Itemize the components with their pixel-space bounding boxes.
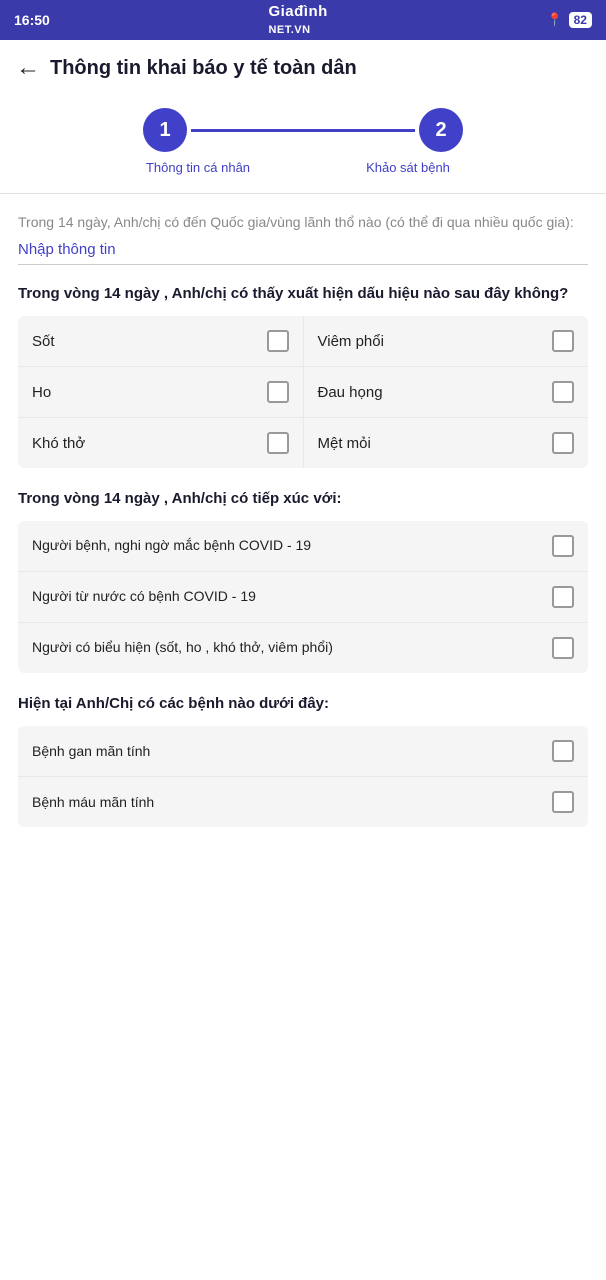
symptom-cell-khotho: Khó thở <box>18 418 304 468</box>
symptom-cell-dauhong: Đau họng <box>304 367 589 417</box>
symptom-checkbox-sot[interactable] <box>267 330 289 352</box>
contact-list: Người bệnh, nghi ngờ mắc bệnh COVID - 19… <box>18 521 588 673</box>
symptom-label-khotho: Khó thở <box>32 435 85 452</box>
symptom-row-1: Sốt Viêm phổi <box>18 316 588 367</box>
disease-text-1: Bệnh gan mãn tính <box>32 743 552 759</box>
symptom-row-3: Khó thở Mệt mỏi <box>18 418 588 468</box>
status-bar: 16:50 Giađình NET.VN 📍 82 <box>0 0 606 40</box>
disease-checkbox-1[interactable] <box>552 740 574 762</box>
step-1-label: Thông tin cá nhân <box>133 160 263 175</box>
app-name-sub: NET.VN <box>268 24 310 36</box>
disease-question: Hiện tại Anh/Chị có các bệnh nào dưới đâ… <box>18 693 588 714</box>
symptom-checkbox-metmoi[interactable] <box>552 432 574 454</box>
symptom-label-dauhong: Đau họng <box>318 384 383 401</box>
disease-section: Hiện tại Anh/Chị có các bệnh nào dưới đâ… <box>18 693 588 827</box>
contact-text-1: Người bệnh, nghi ngờ mắc bệnh COVID - 19 <box>32 536 552 556</box>
status-icons: 📍 82 <box>546 12 592 28</box>
disease-checkbox-2[interactable] <box>552 791 574 813</box>
symptom-checkbox-dauhong[interactable] <box>552 381 574 403</box>
contact-item-2: Người từ nước có bệnh COVID - 19 <box>18 572 588 623</box>
contact-item-1: Người bệnh, nghi ngờ mắc bệnh COVID - 19 <box>18 521 588 572</box>
symptom-label-ho: Ho <box>32 384 51 401</box>
location-icon: 📍 <box>546 12 562 28</box>
disease-list: Bệnh gan mãn tính Bệnh máu mãn tính <box>18 726 588 827</box>
back-button[interactable]: ← <box>16 54 40 82</box>
step-indicator: 1 2 Thông tin cá nhân Khảo sát bệnh <box>0 92 606 185</box>
symptom-row-2: Ho Đau họng <box>18 367 588 418</box>
contact-item-3: Người có biểu hiện (sốt, ho , khó thở, v… <box>18 623 588 673</box>
symptom-label-viempho: Viêm phổi <box>318 333 384 350</box>
contact-checkbox-1[interactable] <box>552 535 574 557</box>
symptom-cell-viempho: Viêm phổi <box>304 316 589 366</box>
battery-badge: 82 <box>569 12 592 28</box>
symptom-grid: Sốt Viêm phổi Ho Đau họng Khó thở <box>18 316 588 468</box>
step-2-circle[interactable]: 2 <box>419 108 463 152</box>
main-content: Trong 14 ngày, Anh/chị có đến Quốc gia/v… <box>0 194 606 827</box>
contact-checkbox-3[interactable] <box>552 637 574 659</box>
country-input[interactable]: Nhập thông tin <box>18 241 588 265</box>
contact-text-2: Người từ nước có bệnh COVID - 19 <box>32 587 552 607</box>
contact-text-3: Người có biểu hiện (sốt, ho , khó thở, v… <box>32 638 552 658</box>
country-question-text: Trong 14 ngày, Anh/chị có đến Quốc gia/v… <box>18 212 588 233</box>
symptom-checkbox-khotho[interactable] <box>267 432 289 454</box>
disease-item-1: Bệnh gan mãn tính <box>18 726 588 777</box>
disease-item-2: Bệnh máu mãn tính <box>18 777 588 827</box>
status-time: 16:50 <box>14 12 50 28</box>
symptoms-question: Trong vòng 14 ngày , Anh/chị có thấy xuấ… <box>18 283 588 304</box>
app-logo: Giađình NET.VN <box>268 3 327 37</box>
step-2-label: Khảo sát bệnh <box>343 160 473 175</box>
symptom-cell-sot: Sốt <box>18 316 304 366</box>
symptom-checkbox-viempho[interactable] <box>552 330 574 352</box>
step-line <box>191 129 415 132</box>
contact-question: Trong vòng 14 ngày , Anh/chị có tiếp xúc… <box>18 488 588 509</box>
step-1-circle[interactable]: 1 <box>143 108 187 152</box>
symptom-label-sot: Sốt <box>32 333 55 350</box>
symptom-cell-ho: Ho <box>18 367 304 417</box>
symptom-checkbox-ho[interactable] <box>267 381 289 403</box>
app-name: Giađình <box>268 3 327 20</box>
contact-checkbox-2[interactable] <box>552 586 574 608</box>
disease-text-2: Bệnh máu mãn tính <box>32 794 552 810</box>
contact-section: Trong vòng 14 ngày , Anh/chị có tiếp xúc… <box>18 488 588 673</box>
symptom-cell-metmoi: Mệt mỏi <box>304 418 589 468</box>
symptom-label-metmoi: Mệt mỏi <box>318 435 371 452</box>
page-title: Thông tin khai báo y tế toàn dân <box>50 56 590 81</box>
page-header: ← Thông tin khai báo y tế toàn dân <box>0 40 606 92</box>
